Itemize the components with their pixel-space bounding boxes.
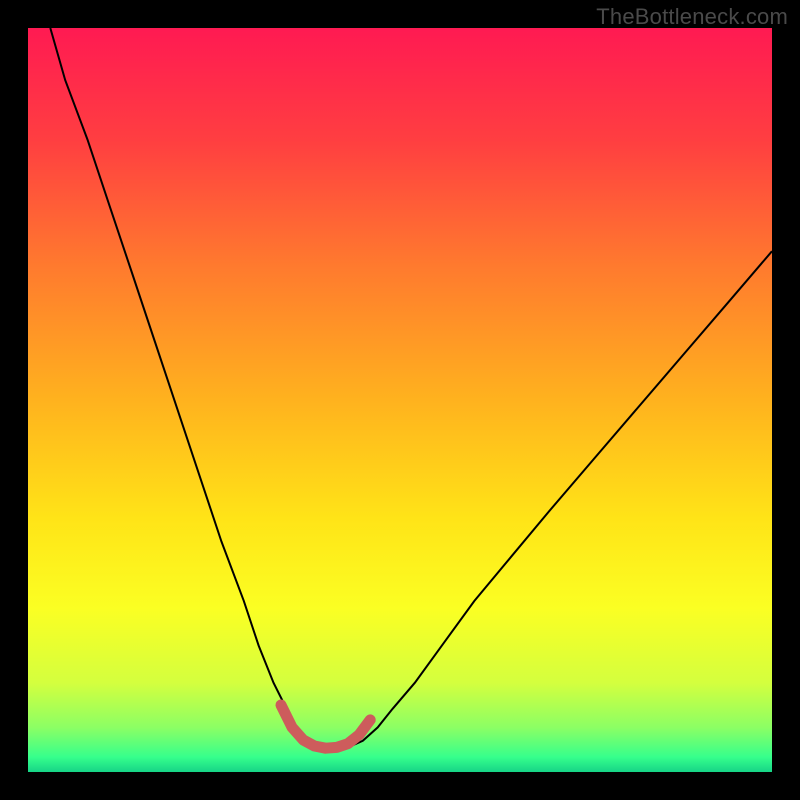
bottleneck-chart <box>28 28 772 772</box>
watermark-text: TheBottleneck.com <box>596 4 788 30</box>
chart-frame: TheBottleneck.com <box>0 0 800 800</box>
plot-area <box>28 28 772 772</box>
gradient-background <box>28 28 772 772</box>
